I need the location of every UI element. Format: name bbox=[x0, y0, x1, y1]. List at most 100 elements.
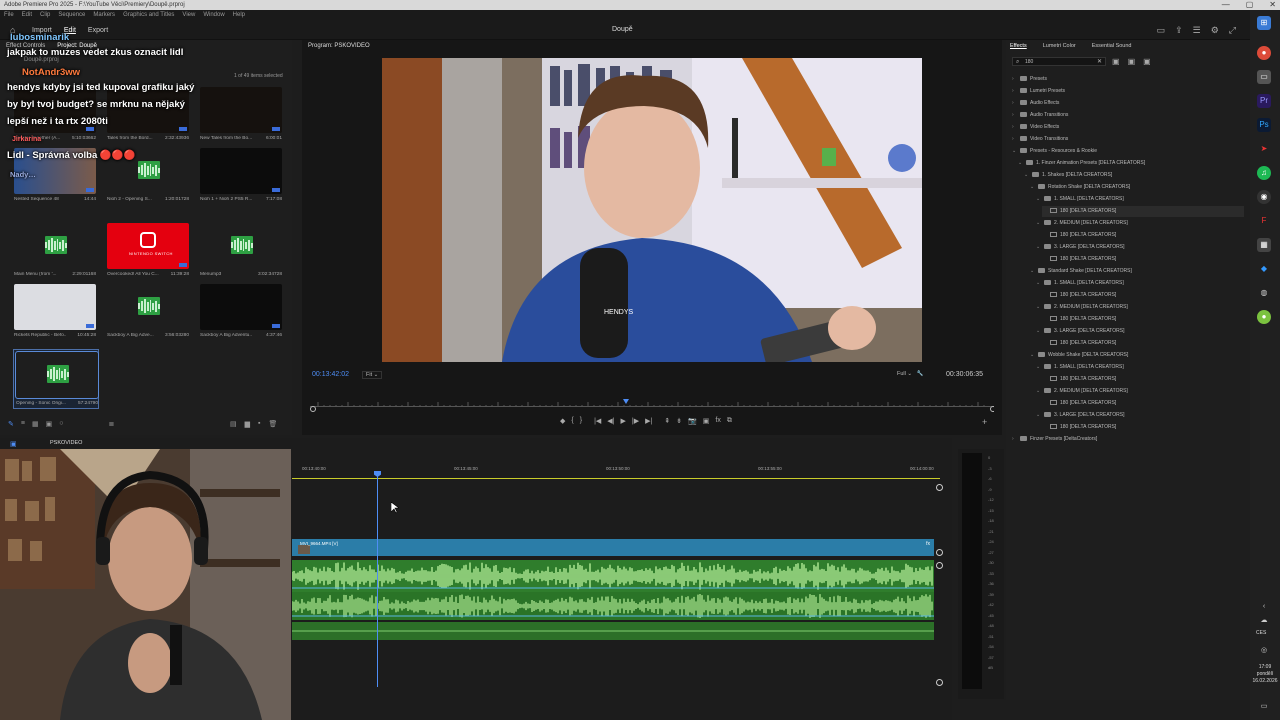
effect-folder-item[interactable]: › Video Transitions bbox=[1012, 134, 1244, 145]
lift-icon[interactable]: ⇞ bbox=[664, 417, 670, 425]
project-clip[interactable]: Sackboy A Big Adve... 3:56:03280 bbox=[107, 284, 191, 338]
expand-arrow-icon[interactable]: › bbox=[1012, 134, 1020, 145]
track-handle[interactable] bbox=[936, 562, 943, 569]
tab-effects[interactable]: Effects bbox=[1010, 43, 1027, 49]
effect-preset-item[interactable]: 180 [DELTA CREATORS] bbox=[1042, 230, 1244, 241]
expand-arrow-icon[interactable]: ⌄ bbox=[1024, 170, 1032, 181]
app6-icon[interactable]: ● bbox=[1257, 310, 1271, 324]
list-view-icon[interactable]: ≡ bbox=[21, 420, 25, 428]
project-clip[interactable]: Nioh 1 + Nioh 2 PS5 R... 7:17:08 bbox=[200, 148, 284, 202]
button-editor-icon[interactable]: + bbox=[982, 417, 987, 427]
project-clip[interactable]: Menump3 3:02:34728 bbox=[200, 223, 284, 277]
zoom-fit-dropdown[interactable]: Fit ⌄ bbox=[362, 371, 383, 379]
menu-help[interactable]: Help bbox=[233, 10, 245, 20]
menu-window[interactable]: Window bbox=[203, 10, 224, 20]
expand-arrow-icon[interactable]: ⌄ bbox=[1030, 182, 1038, 193]
effect-folder-item[interactable]: ⌄ 1. SMALL [DELTA CREATORS] bbox=[1036, 362, 1244, 373]
effect-folder-item[interactable]: ⌄ 1. Finzer Animation Presets [DELTA CREA… bbox=[1018, 158, 1244, 169]
go-to-in-icon[interactable]: |◀ bbox=[594, 417, 601, 425]
new-item-icon[interactable]: ▪ bbox=[258, 420, 260, 428]
project-clip[interactable]: Rickets Republic - Befo... 10:45:28 bbox=[14, 284, 98, 338]
expand-arrow-icon[interactable]: ⌄ bbox=[1036, 362, 1044, 373]
expand-arrow-icon[interactable]: › bbox=[1012, 98, 1020, 109]
effect-folder-item[interactable]: ⌄ 3. LARGE [DELTA CREATORS] bbox=[1036, 242, 1244, 253]
effect-preset-item[interactable]: 180 [DELTA CREATORS] bbox=[1042, 254, 1244, 265]
close-button[interactable]: ✕ bbox=[1269, 0, 1276, 10]
multicam-icon[interactable]: ⧉ bbox=[727, 417, 732, 425]
expand-arrow-icon[interactable]: ⌄ bbox=[1030, 266, 1038, 277]
photoshop-icon[interactable]: Ps bbox=[1257, 118, 1271, 132]
comparison-view-icon[interactable]: ▣ bbox=[703, 417, 710, 425]
expand-arrow-icon[interactable]: ⌄ bbox=[1036, 242, 1044, 253]
menu-file[interactable]: File bbox=[4, 10, 14, 20]
effect-folder-item[interactable]: ⌄ 3. LARGE [DELTA CREATORS] bbox=[1036, 410, 1244, 421]
zoom-slider[interactable]: ○ bbox=[59, 420, 63, 428]
effect-folder-item[interactable]: › Audio Transitions bbox=[1012, 110, 1244, 121]
quick-export-icon[interactable]: ▭ bbox=[1157, 25, 1166, 36]
notifications-icon[interactable]: ▭ bbox=[1257, 700, 1271, 714]
expand-arrow-icon[interactable]: ⌄ bbox=[1036, 278, 1044, 289]
icon-view-icon[interactable]: ▦ bbox=[32, 420, 39, 428]
spotify-icon[interactable]: ♫ bbox=[1257, 166, 1271, 180]
effect-folder-item[interactable]: › Presets bbox=[1012, 74, 1244, 85]
video-clip[interactable]: MVI_9664.MP4 [V] fx bbox=[292, 539, 934, 556]
effect-preset-item[interactable]: 180 [DELTA CREATORS] bbox=[1042, 338, 1244, 349]
minimize-button[interactable]: — bbox=[1222, 0, 1230, 10]
step-back-icon[interactable]: ◀| bbox=[607, 417, 614, 425]
tray-icon[interactable]: ☁ bbox=[1257, 614, 1271, 628]
expand-arrow-icon[interactable]: › bbox=[1012, 74, 1020, 85]
menu-clip[interactable]: Clip bbox=[40, 10, 50, 20]
effects-search-input[interactable]: ⌕ 180 ✕ bbox=[1012, 57, 1106, 66]
timeline-ruler[interactable]: 00:13:40:00 00:13:45:00 00:13:50:00 00:1… bbox=[292, 460, 942, 480]
premiere-icon[interactable]: Pr bbox=[1257, 94, 1271, 108]
32bit-effects-icon[interactable]: ▣ bbox=[1128, 57, 1136, 66]
effect-preset-item[interactable]: 180 [DELTA CREATORS] bbox=[1042, 290, 1244, 301]
audio-clip-3[interactable] bbox=[292, 622, 934, 640]
effect-folder-item[interactable]: ⌄ 2. MEDIUM [DELTA CREATORS] bbox=[1036, 386, 1244, 397]
menu-sequence[interactable]: Sequence bbox=[58, 10, 85, 20]
automate-icon[interactable]: ▤ bbox=[230, 420, 237, 428]
system-clock[interactable]: 17:09 pondělí 16.02.2026 bbox=[1252, 664, 1278, 685]
expand-arrow-icon[interactable]: › bbox=[1012, 122, 1020, 133]
effect-preset-item[interactable]: 180 [DELTA CREATORS] bbox=[1042, 422, 1244, 433]
start-icon[interactable]: ⊞ bbox=[1257, 16, 1271, 30]
project-clip[interactable]: Opening - Sonic Origi... 57:24790 bbox=[13, 349, 99, 409]
effect-preset-item[interactable]: 180 [DELTA CREATORS] bbox=[1042, 314, 1244, 325]
menu-edit[interactable]: Edit bbox=[22, 10, 32, 20]
scroll-handle[interactable] bbox=[936, 679, 943, 686]
menu-view[interactable]: View bbox=[182, 10, 195, 20]
app-icon[interactable]: ▭ bbox=[1257, 70, 1271, 84]
effect-preset-item[interactable]: 180 [DELTA CREATORS] bbox=[1042, 206, 1244, 217]
quality-dropdown[interactable]: Full ⌄ 🔧 bbox=[897, 371, 923, 377]
effect-folder-item[interactable]: › Finzer Presets [DeltaCreators] bbox=[1012, 434, 1244, 445]
trash-icon[interactable]: 🗑 bbox=[269, 420, 278, 428]
app5-icon[interactable]: ◍ bbox=[1257, 286, 1271, 300]
effect-folder-item[interactable]: › Audio Effects bbox=[1012, 98, 1244, 109]
project-clip[interactable]: NINTENDO SWITCH Overcooked! All You C... 1… bbox=[107, 223, 191, 277]
obs-icon[interactable]: ◉ bbox=[1257, 190, 1271, 204]
track-handle[interactable] bbox=[936, 549, 943, 556]
effect-folder-item[interactable]: ⌄ Rotation Shake [DELTA CREATORS] bbox=[1030, 182, 1244, 193]
effect-folder-item[interactable]: ⌄ 1. SMALL [DELTA CREATORS] bbox=[1036, 194, 1244, 205]
program-scrub-bar[interactable] bbox=[310, 399, 994, 412]
play-button[interactable]: ▶ bbox=[620, 417, 625, 425]
effect-folder-item[interactable]: ⌄ 1. SMALL [DELTA CREATORS] bbox=[1036, 278, 1244, 289]
work-area-bar[interactable] bbox=[292, 478, 940, 479]
mark-in-icon[interactable]: { bbox=[571, 417, 573, 425]
expand-arrow-icon[interactable]: › bbox=[1012, 86, 1020, 97]
maximize-button[interactable]: ▢ bbox=[1246, 0, 1254, 10]
add-marker-icon[interactable]: ◆ bbox=[560, 417, 565, 425]
expand-arrow-icon[interactable]: ⌄ bbox=[1036, 326, 1044, 337]
sort-icon[interactable]: ≣ bbox=[108, 420, 114, 428]
effect-folder-item[interactable]: ⌄ Wobble Shake [DELTA CREATORS] bbox=[1030, 350, 1244, 361]
freeform-view-icon[interactable]: ▣ bbox=[46, 420, 53, 428]
yuv-effects-icon[interactable]: ▣ bbox=[1143, 57, 1151, 66]
export-frame-icon[interactable]: 📷 bbox=[688, 417, 697, 425]
settings-icon[interactable]: ⚙ bbox=[1211, 25, 1219, 36]
chrome-icon[interactable]: ● bbox=[1257, 46, 1271, 60]
program-video-frame[interactable]: HENDYS bbox=[382, 58, 922, 362]
expand-arrow-icon[interactable]: ⌄ bbox=[1036, 302, 1044, 313]
audio-clip-1[interactable] bbox=[292, 560, 934, 592]
step-forward-icon[interactable]: |▶ bbox=[632, 417, 639, 425]
effect-folder-item[interactable]: › Video Effects bbox=[1012, 122, 1244, 133]
